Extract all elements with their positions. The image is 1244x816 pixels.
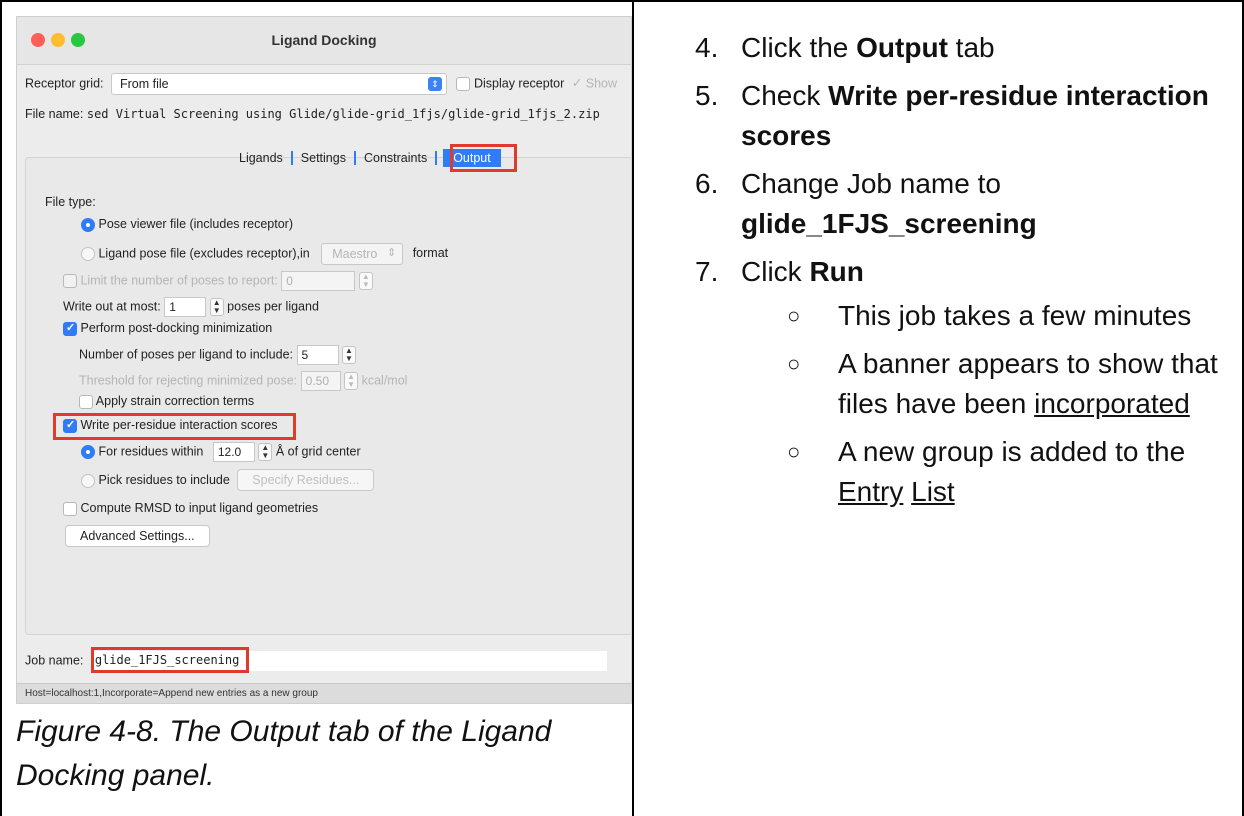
job-name-highlight — [91, 647, 249, 673]
entry-link[interactable]: Entry — [838, 476, 903, 507]
window-title: Ligand Docking — [271, 32, 377, 48]
rmsd-checkbox[interactable] — [63, 501, 77, 516]
receptor-row: Receptor grid: From file ⇕ Display recep… — [25, 73, 617, 95]
for-residues-radio[interactable] — [81, 445, 95, 459]
bullet-icon: ○ — [787, 303, 801, 328]
instruction-steps: 4. Click the Output tab 5. Check Write per… — [695, 28, 1235, 513]
title-bar: Ligand Docking — [17, 17, 631, 65]
rmsd-label: Compute RMSD to input ligand geometries — [80, 501, 319, 515]
output-tab-highlight — [450, 144, 517, 172]
poses-per-ligand-label: poses per ligand — [227, 299, 319, 314]
for-residues-row: For residues within 12.0 ▲ ▼ Å of grid ce… — [81, 442, 361, 462]
show-checkmark-icon: ✓ — [571, 76, 583, 91]
post-docking-checkbox[interactable] — [63, 321, 77, 336]
sub-item: ○ A banner appears to show that files hav… — [695, 344, 1235, 424]
show-label: Show — [585, 76, 618, 91]
tab-divider — [435, 151, 438, 165]
write-out-input[interactable]: 1 — [164, 297, 207, 317]
pick-residues-row: Pick residues to include Specify Residue… — [81, 469, 375, 491]
limit-poses-stepper[interactable]: ▲ ▼ — [358, 272, 373, 290]
strain-label: Apply strain correction terms — [95, 394, 255, 408]
pick-residues-label: Pick residues to include — [98, 473, 230, 487]
strain-checkbox[interactable] — [79, 394, 93, 409]
bullet-icon: ○ — [787, 439, 801, 464]
strain-row: Apply strain correction terms — [79, 394, 254, 409]
ligand-pose-label: Ligand pose file (excludes receptor),in — [98, 246, 310, 261]
list-link[interactable]: List — [911, 476, 955, 507]
sub-item: ○ This job takes a few minutes — [695, 296, 1235, 336]
pose-viewer-radio[interactable] — [81, 217, 95, 232]
advanced-row: Advanced Settings... — [65, 525, 210, 547]
residue-distance-input[interactable]: 12.0 — [212, 442, 255, 462]
limit-poses-row: Limit the number of poses to report: 0 ▲… — [63, 271, 373, 291]
receptor-grid-select[interactable]: From file ⇕ — [111, 73, 447, 95]
num-poses-row: Number of poses per ligand to include: 5… — [79, 345, 356, 365]
file-name-input[interactable]: sed Virtual Screening using Glide/glide-… — [87, 107, 600, 121]
threshold-label: Threshold for rejecting minimized pose: — [79, 373, 298, 388]
per-residue-highlight — [53, 413, 296, 440]
format-select[interactable]: Maestro ⇕ — [321, 243, 404, 265]
pose-viewer-label: Pose viewer file (includes receptor) — [98, 217, 294, 231]
threshold-unit: kcal/mol — [361, 373, 408, 388]
num-poses-stepper[interactable]: ▲ ▼ — [341, 346, 356, 364]
status-bar: Host=localhost:1,Incorporate=Append new … — [17, 683, 631, 703]
limit-poses-input[interactable]: 0 — [281, 271, 356, 291]
for-residues-label: For residues within — [98, 444, 204, 459]
ligand-pose-row: Ligand pose file (excludes receptor),in … — [81, 243, 448, 265]
write-out-label: Write out at most: — [63, 299, 161, 314]
write-out-stepper[interactable]: ▲ ▼ — [209, 298, 224, 316]
format-label: format — [412, 246, 449, 261]
receptor-grid-label: Receptor grid: — [25, 76, 104, 91]
figure-caption: Figure 4-8. The Output tab of the Ligand… — [16, 715, 552, 792]
limit-poses-label: Limit the number of poses to report: — [80, 273, 278, 288]
num-poses-label: Number of poses per ligand to include: — [79, 347, 294, 362]
step-7: 7. Click Run — [695, 256, 864, 287]
pose-viewer-row: Pose viewer file (includes receptor) — [81, 217, 293, 232]
chevron-updown-icon: ⇕ — [428, 77, 442, 91]
specify-residues-button[interactable]: Specify Residues... — [237, 469, 375, 491]
file-row: File name: sed Virtual Screening using G… — [25, 107, 600, 121]
tab-settings[interactable]: Settings — [293, 151, 354, 165]
step-5: 5. Check Write per-residue interaction sc… — [695, 80, 1209, 151]
post-docking-label: Perform post-docking minimization — [80, 321, 273, 335]
threshold-input[interactable]: 0.50 — [300, 371, 341, 391]
step-6: 6. Change Job name to glide_1FJS_screening — [695, 168, 1037, 239]
file-name-label: File name: — [25, 107, 84, 121]
post-docking-row: Perform post-docking minimization — [63, 321, 272, 336]
num-poses-input[interactable]: 5 — [296, 345, 339, 365]
step-7-subitems: ○ This job takes a few minutes ○ A banner … — [695, 296, 1235, 512]
grid-center-label: Å of grid center — [275, 444, 361, 459]
chevron-updown-icon: ⇕ — [386, 247, 397, 259]
limit-poses-checkbox[interactable] — [63, 274, 77, 288]
rmsd-row: Compute RMSD to input ligand geometries — [63, 501, 318, 516]
display-receptor-label: Display receptor — [473, 76, 565, 91]
job-name-label: Job name: — [25, 653, 84, 668]
threshold-row: Threshold for rejecting minimized pose: … — [79, 371, 407, 391]
display-receptor-checkbox[interactable] — [456, 77, 471, 91]
tab-constraints[interactable]: Constraints — [356, 151, 435, 165]
advanced-settings-button[interactable]: Advanced Settings... — [65, 525, 210, 547]
pick-residues-radio[interactable] — [81, 473, 95, 488]
file-type-label: File type: — [45, 195, 96, 209]
threshold-stepper[interactable]: ▲ ▼ — [344, 372, 359, 390]
incorporated-link[interactable]: incorporated — [1034, 388, 1190, 419]
ligand-pose-radio[interactable] — [81, 247, 95, 261]
sub-item: ○ A new group is added to the Entry List — [695, 432, 1235, 512]
bullet-icon: ○ — [787, 351, 801, 376]
write-out-row: Write out at most: 1 ▲ ▼ poses per ligand — [63, 297, 319, 317]
step-4: 4. Click the Output tab — [695, 32, 995, 63]
tab-ligands[interactable]: Ligands — [231, 151, 291, 165]
residue-distance-stepper[interactable]: ▲ ▼ — [258, 443, 273, 461]
ligand-docking-window: Ligand Docking Receptor grid: From file … — [16, 16, 632, 704]
